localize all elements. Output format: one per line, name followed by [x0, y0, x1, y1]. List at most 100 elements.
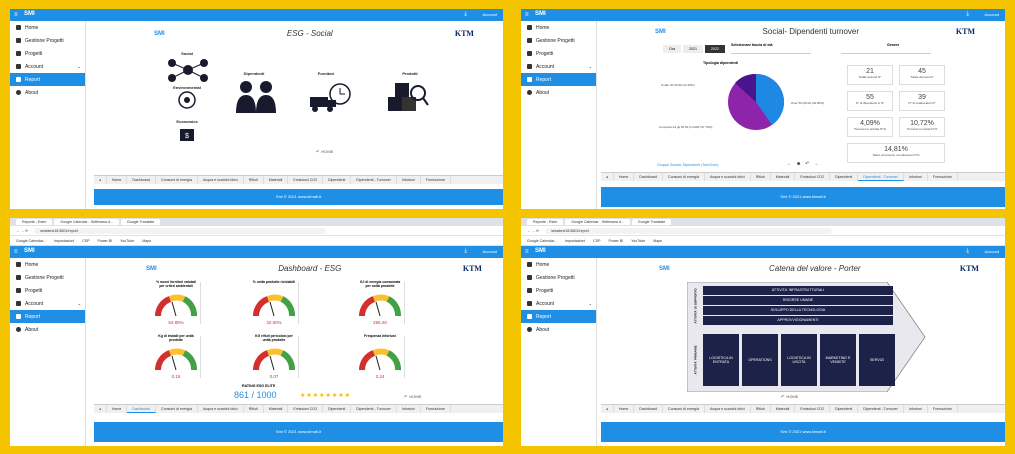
bookmark[interactable]: YouTube: [120, 239, 134, 243]
sidebar-item-about[interactable]: About: [521, 86, 596, 99]
sidebar-item-progetti[interactable]: Progetti: [521, 47, 596, 60]
browser-tab-2[interactable]: Google Calendar - Settimana d...: [54, 219, 119, 225]
tab-rifiuti[interactable]: Rifiuti: [244, 405, 264, 413]
url-field[interactable]: sesslene18.5601/report: [34, 227, 327, 234]
economics-icon[interactable]: $: [178, 125, 196, 143]
sidebar-item-home[interactable]: Home: [10, 21, 85, 34]
tab-dashboard[interactable]: Dashboard: [127, 405, 156, 413]
home-button[interactable]: ↶ HOME: [316, 149, 333, 154]
tab-home[interactable]: Home: [614, 173, 635, 181]
tab-home[interactable]: Home: [614, 405, 635, 413]
account-button[interactable]: Account: [985, 249, 999, 254]
tab-infortuni[interactable]: Infortuni: [904, 405, 928, 413]
undo-icon[interactable]: ↶: [805, 161, 809, 167]
sidebar-item-home[interactable]: Home: [10, 258, 85, 271]
tab-formazione[interactable]: Formazione: [928, 173, 958, 181]
sidebar-item-progetti[interactable]: Progetti: [10, 284, 85, 297]
sidebar-item-progetti[interactable]: Progetti: [521, 284, 596, 297]
sidebar-item-gestione-progetti[interactable]: Gestione Progetti: [10, 34, 85, 47]
tab-emissioni[interactable]: Emissioni CO2: [288, 405, 324, 413]
tab-consumi-energia[interactable]: Consumi di energia: [663, 405, 705, 413]
sidebar-item-home[interactable]: Home: [521, 258, 596, 271]
sidebar-item-report[interactable]: Report: [10, 73, 85, 86]
account-button[interactable]: Account: [985, 12, 999, 17]
tab-dipendenti[interactable]: Dipendenti: [830, 173, 859, 181]
bookmark[interactable]: Maps: [653, 239, 662, 243]
url-field[interactable]: sesslene18.5601/report: [545, 227, 832, 234]
bookmark[interactable]: CSP: [593, 239, 600, 243]
category-social[interactable]: Social: [172, 51, 202, 56]
tab-home[interactable]: Home: [107, 176, 128, 184]
sidebar-item-report[interactable]: Report: [521, 310, 596, 323]
social-network-icon[interactable]: [166, 57, 210, 83]
sidebar-item-gestione-progetti[interactable]: Gestione Progetti: [521, 271, 596, 284]
tab-emissioni[interactable]: Emissioni CO2: [288, 176, 324, 184]
age-filter-select[interactable]: [731, 49, 811, 54]
tab-consumi-energia[interactable]: Consumi di energia: [156, 405, 198, 413]
browser-tab-1[interactable]: Reporte - Ester: [527, 219, 564, 225]
download-icon[interactable]: ⤓: [464, 248, 467, 255]
bookmark[interactable]: Power BI: [98, 239, 113, 243]
sidebar-item-about[interactable]: About: [10, 86, 85, 99]
sidebar-item-progetti[interactable]: Progetti: [10, 47, 85, 60]
category-economics[interactable]: Economics: [168, 119, 206, 124]
download-icon[interactable]: ⤓: [464, 11, 467, 18]
tab-home[interactable]: Home: [107, 405, 128, 413]
sidebar-item-about[interactable]: About: [10, 323, 85, 336]
tab-dipendenti[interactable]: Dipendenti: [323, 176, 352, 184]
gender-filter-select[interactable]: [841, 49, 931, 54]
menu-icon[interactable]: ≡: [14, 249, 18, 255]
sidebar-item-gestione-progetti[interactable]: Gestione Progetti: [521, 34, 596, 47]
tab-materiali[interactable]: Materiali: [771, 173, 796, 181]
tab-dipendenti[interactable]: Dipendenti: [323, 405, 352, 413]
delivery-truck-icon[interactable]: [308, 83, 352, 113]
products-boxes-icon[interactable]: [384, 79, 430, 115]
tab-materiali[interactable]: Materiali: [771, 405, 796, 413]
tab-arrow-left[interactable]: ◂: [94, 176, 107, 184]
sidebar-item-report[interactable]: Report: [10, 310, 85, 323]
menu-icon[interactable]: ≡: [525, 249, 529, 255]
arrow-left-icon[interactable]: ←: [787, 161, 792, 167]
tab-dashboard[interactable]: Dashboard: [634, 405, 663, 413]
download-icon[interactable]: ⤓: [966, 248, 969, 255]
sidebar-item-account[interactable]: Account ⌄: [10, 60, 85, 73]
tab-formazione[interactable]: Formazione: [421, 176, 451, 184]
tab-acqua[interactable]: Acqua e scarichi idrici: [705, 173, 751, 181]
tab-emissioni[interactable]: Emissioni CO2: [795, 405, 831, 413]
tab-consumi-energia[interactable]: Consumi di energia: [156, 176, 198, 184]
tab-materiali[interactable]: Materiali: [264, 176, 289, 184]
data-source-link[interactable]: Gruppo Sociali- Dipendenti (TurnOver): [657, 163, 718, 167]
browser-tab-2[interactable]: Google Calendar - Settimana d...: [565, 219, 630, 225]
tab-dipendenti[interactable]: Dipendenti: [830, 405, 859, 413]
account-button[interactable]: Account: [483, 249, 497, 254]
employees-icon[interactable]: [234, 79, 278, 113]
year-button-2022[interactable]: 2022: [705, 45, 725, 53]
tab-infortuni[interactable]: Infortuni: [397, 176, 421, 184]
tab-emissioni[interactable]: Emissioni CO2: [795, 173, 831, 181]
tab-dipendenti-turnover[interactable]: Dipendenti - Turnover: [858, 405, 904, 413]
browser-tab-3[interactable]: Google Translate: [120, 219, 161, 225]
menu-icon[interactable]: ≡: [14, 12, 18, 18]
nav-arrows-icon[interactable]: ← → ⟳: [527, 229, 539, 233]
nav-arrows-icon[interactable]: ← → ⟳: [16, 229, 28, 233]
employee-type-pie-chart[interactable]: [721, 67, 791, 137]
browser-tab-3[interactable]: Google Translate: [631, 219, 672, 225]
tab-acqua[interactable]: Acqua e scarichi idrici: [198, 405, 244, 413]
tab-formazione[interactable]: Formazione: [928, 405, 958, 413]
account-button[interactable]: Account: [483, 12, 497, 17]
tab-dashboard[interactable]: Dashboard: [634, 173, 663, 181]
bookmark[interactable]: YouTube: [631, 239, 645, 243]
sidebar-item-account[interactable]: Account ⌄: [521, 297, 596, 310]
sidebar-item-report[interactable]: Report: [521, 73, 596, 86]
tab-infortuni[interactable]: Infortuni: [397, 405, 421, 413]
tab-dashboard[interactable]: Dashboard: [127, 176, 156, 184]
year-button-ora[interactable]: Ora: [663, 45, 681, 53]
tab-consumi-energia[interactable]: Consumi di energia: [663, 173, 705, 181]
bookmark[interactable]: Google Calendar...: [16, 239, 46, 243]
sidebar-item-account[interactable]: Account ⌄: [521, 60, 596, 73]
menu-icon[interactable]: ≡: [525, 12, 529, 18]
bookmark[interactable]: CSP: [82, 239, 89, 243]
home-button[interactable]: ↶ HOME: [404, 394, 421, 399]
bookmark[interactable]: Google Calendar...: [527, 239, 557, 243]
bookmark[interactable]: Maps: [142, 239, 151, 243]
